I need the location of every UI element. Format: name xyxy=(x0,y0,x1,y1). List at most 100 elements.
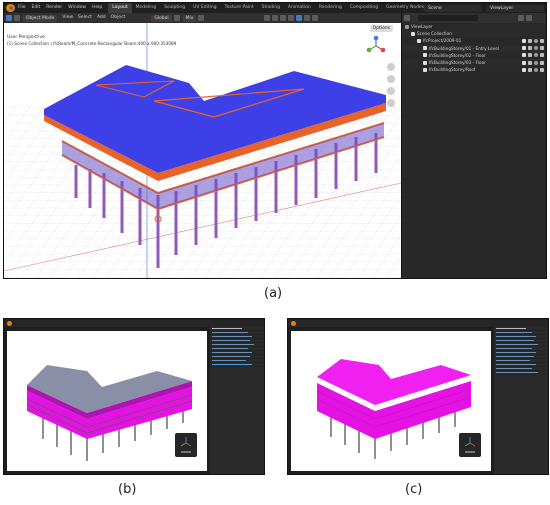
camera-icon[interactable] xyxy=(540,46,544,51)
gizmo-icon[interactable] xyxy=(272,15,279,21)
select-tool-icon[interactable] xyxy=(6,15,12,21)
material-shading-icon[interactable] xyxy=(304,15,311,21)
outliner-row-viewlayer[interactable]: ViewLayer xyxy=(402,23,546,30)
tab-geometry-nodes[interactable]: Geometry Nodes xyxy=(382,3,428,13)
storey-02-flags xyxy=(520,53,544,58)
ortho-toggle-icon[interactable] xyxy=(387,99,395,107)
select-icon[interactable] xyxy=(528,38,532,43)
view-layer-field[interactable]: ViewLayer xyxy=(486,4,544,12)
menu-select[interactable]: Select xyxy=(78,13,92,23)
camera-icon[interactable] xyxy=(540,60,544,65)
menu-add[interactable]: Add xyxy=(97,13,106,23)
checkbox-icon[interactable] xyxy=(522,60,526,65)
tab-uv-editing[interactable]: UV Editing xyxy=(189,3,220,13)
scene-field[interactable]: Scene xyxy=(424,4,482,12)
outliner-row-storey-02[interactable]: IfcBuildingStorey/02 - Floor xyxy=(402,52,546,59)
blender-logo-icon[interactable] xyxy=(7,320,12,326)
outliner-search-input[interactable] xyxy=(418,15,478,21)
outliner-panel: ViewLayer Scene Collection IfcProject/20… xyxy=(401,13,546,278)
scene-selectors: Scene ViewLayer xyxy=(424,3,546,13)
menu-help[interactable]: Help xyxy=(92,3,102,13)
3d-viewport-b[interactable] xyxy=(7,331,207,471)
eye-icon[interactable] xyxy=(534,46,538,51)
tab-sculpting[interactable]: Sculpting xyxy=(160,3,189,13)
xray-icon[interactable] xyxy=(288,15,295,21)
active-object-label: (1) Scene Collection | IfcBeam/M_Concret… xyxy=(7,41,177,46)
checkbox-icon[interactable] xyxy=(522,53,526,58)
tab-modeling[interactable]: Modeling xyxy=(132,3,160,13)
3d-viewport[interactable]: User Perspective (1) Scene Collection | … xyxy=(4,23,401,278)
proportional-edit-icon[interactable] xyxy=(198,15,205,21)
checkbox-icon[interactable] xyxy=(522,46,526,51)
outliner-label-viewlayer: ViewLayer xyxy=(411,24,433,30)
menu-window[interactable]: Window xyxy=(68,3,86,13)
options-button[interactable]: Options xyxy=(369,25,393,32)
checkbox-icon[interactable] xyxy=(522,38,526,43)
axis-gizmo-icon xyxy=(464,437,476,453)
blender-window-c xyxy=(287,318,549,475)
select-icon[interactable] xyxy=(528,53,532,58)
camera-view-icon[interactable] xyxy=(387,87,395,95)
collection-icon xyxy=(423,67,427,72)
viewlayer-icon xyxy=(405,24,409,29)
outliner-row-project[interactable]: IfcProject/2009-01 xyxy=(402,37,546,44)
overlay-icon[interactable] xyxy=(280,15,287,21)
select-icon[interactable] xyxy=(528,46,532,51)
navigation-gizmo-c[interactable] xyxy=(459,433,481,457)
eye-icon[interactable] xyxy=(534,67,538,72)
menu-render[interactable]: Render xyxy=(46,3,62,13)
menu-object[interactable]: Object xyxy=(111,13,126,23)
viewport-header: Object Mode View Select Add Object Globa… xyxy=(4,13,401,23)
camera-icon[interactable] xyxy=(540,38,544,43)
eye-icon[interactable] xyxy=(534,60,538,65)
caption-a: (a) xyxy=(264,286,283,301)
blender-window-a: File Edit Render Window Help Layout Mode… xyxy=(3,2,547,279)
tab-animation[interactable]: Animation xyxy=(284,3,315,13)
outliner-label-storey-02: IfcBuildingStorey/02 - Floor xyxy=(429,52,486,58)
checkbox-icon[interactable] xyxy=(522,67,526,72)
new-collection-icon[interactable] xyxy=(526,15,532,21)
orientation-dropdown[interactable]: Global xyxy=(151,14,172,22)
select-icon[interactable] xyxy=(528,60,532,65)
zoom-icon[interactable] xyxy=(387,63,395,71)
rendered-shading-icon[interactable] xyxy=(312,15,319,21)
select-icon[interactable] xyxy=(528,67,532,72)
3d-viewport-c[interactable] xyxy=(291,331,491,471)
outliner-row-storey-01[interactable]: IfcBuildingStorey/01 - Entry Level xyxy=(402,44,546,52)
solid-shading-icon[interactable] xyxy=(296,15,303,21)
outliner-row-storey-03[interactable]: IfcBuildingStorey/03 - Floor xyxy=(402,58,546,67)
visibility-icon[interactable] xyxy=(264,15,271,21)
blender-logo-icon[interactable] xyxy=(291,320,296,326)
navigation-gizmo-icon[interactable] xyxy=(365,35,387,57)
outliner-row-roof[interactable]: IfcBuildingStorey/Roof xyxy=(402,66,546,73)
camera-icon[interactable] xyxy=(540,53,544,58)
outliner-display-icon[interactable] xyxy=(404,15,410,21)
menu-edit[interactable]: Edit xyxy=(32,3,41,13)
eye-icon[interactable] xyxy=(534,53,538,58)
eye-icon[interactable] xyxy=(534,38,538,43)
camera-icon[interactable] xyxy=(540,67,544,72)
roof-flags xyxy=(520,67,544,72)
object-mode-dropdown[interactable]: Object Mode xyxy=(23,14,58,22)
outliner-label-project: IfcProject/2009-01 xyxy=(423,38,462,44)
project-flags xyxy=(520,38,544,43)
list-item[interactable] xyxy=(496,371,548,375)
pivot-icon[interactable] xyxy=(173,15,180,21)
blender-logo-icon[interactable] xyxy=(6,4,15,12)
menu-file[interactable]: File xyxy=(18,3,26,13)
tab-rendering[interactable]: Rendering xyxy=(315,3,346,13)
tab-layout[interactable]: Layout xyxy=(108,3,132,13)
tab-texture-paint[interactable]: Texture Paint xyxy=(221,3,258,13)
pan-icon[interactable] xyxy=(387,75,395,83)
select-mode-icon[interactable] xyxy=(14,15,20,21)
outliner-panel-c xyxy=(494,327,548,474)
outliner-row-scene-collection[interactable]: Scene Collection xyxy=(402,30,546,38)
tab-compositing[interactable]: Compositing xyxy=(346,3,382,13)
navigation-gizmo-b[interactable] xyxy=(175,433,197,457)
collection-icon xyxy=(423,46,427,51)
filter-icon[interactable] xyxy=(518,15,524,21)
tab-shading[interactable]: Shading xyxy=(258,3,284,13)
snap-dropdown[interactable]: Mix xyxy=(182,14,197,22)
list-item[interactable] xyxy=(212,363,264,367)
menu-view[interactable]: View xyxy=(62,13,73,23)
